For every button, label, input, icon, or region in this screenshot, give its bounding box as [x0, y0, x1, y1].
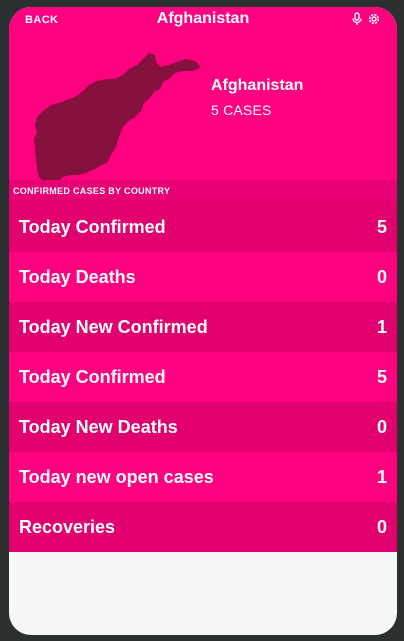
gear-icon[interactable] — [367, 12, 381, 26]
stats-list: Today Confirmed 5 Today Deaths 0 Today N… — [9, 202, 397, 552]
microphone-icon[interactable] — [350, 12, 364, 26]
stat-label: Today Confirmed — [19, 216, 166, 237]
app-window: BACK Afghanistan Afghanistan 5 CASES CON… — [9, 7, 397, 635]
stat-row-recoveries[interactable]: Recoveries 0 — [9, 502, 397, 552]
stat-value: 5 — [376, 216, 387, 237]
stat-row-today-confirmed-2[interactable]: Today Confirmed 5 — [9, 352, 397, 402]
stat-row-today-new-deaths[interactable]: Today New Deaths 0 — [9, 402, 397, 452]
stat-value: 1 — [376, 316, 387, 337]
country-map-image — [34, 53, 201, 185]
country-name: Afghanistan — [211, 77, 304, 94]
stat-row-today-confirmed[interactable]: Today Confirmed 5 — [9, 202, 397, 252]
header-panel: BACK Afghanistan Afghanistan 5 CASES — [9, 7, 397, 202]
stat-label: Today Deaths — [19, 266, 136, 287]
page-title: Afghanistan — [156, 10, 250, 27]
stat-value: 0 — [376, 416, 387, 437]
nav-icons — [350, 12, 381, 26]
stat-label: Recoveries — [19, 516, 116, 537]
section-header: CONFIRMED CASES BY COUNTRY — [9, 180, 397, 202]
stat-row-today-new-confirmed[interactable]: Today New Confirmed 1 — [9, 302, 397, 352]
stat-label: Today Confirmed — [19, 366, 166, 387]
stat-label: Today new open cases — [19, 466, 214, 487]
stat-label: Today New Confirmed — [19, 316, 208, 337]
stat-value: 0 — [376, 516, 387, 537]
country-cases: 5 CASES — [211, 102, 272, 118]
stat-value: 5 — [376, 366, 387, 387]
stat-row-today-deaths[interactable]: Today Deaths 0 — [9, 252, 397, 302]
stat-label: Today New Deaths — [19, 416, 178, 437]
stat-value: 0 — [376, 266, 387, 287]
stat-value: 1 — [376, 466, 387, 487]
stat-row-today-new-open-cases[interactable]: Today new open cases 1 — [9, 452, 397, 502]
